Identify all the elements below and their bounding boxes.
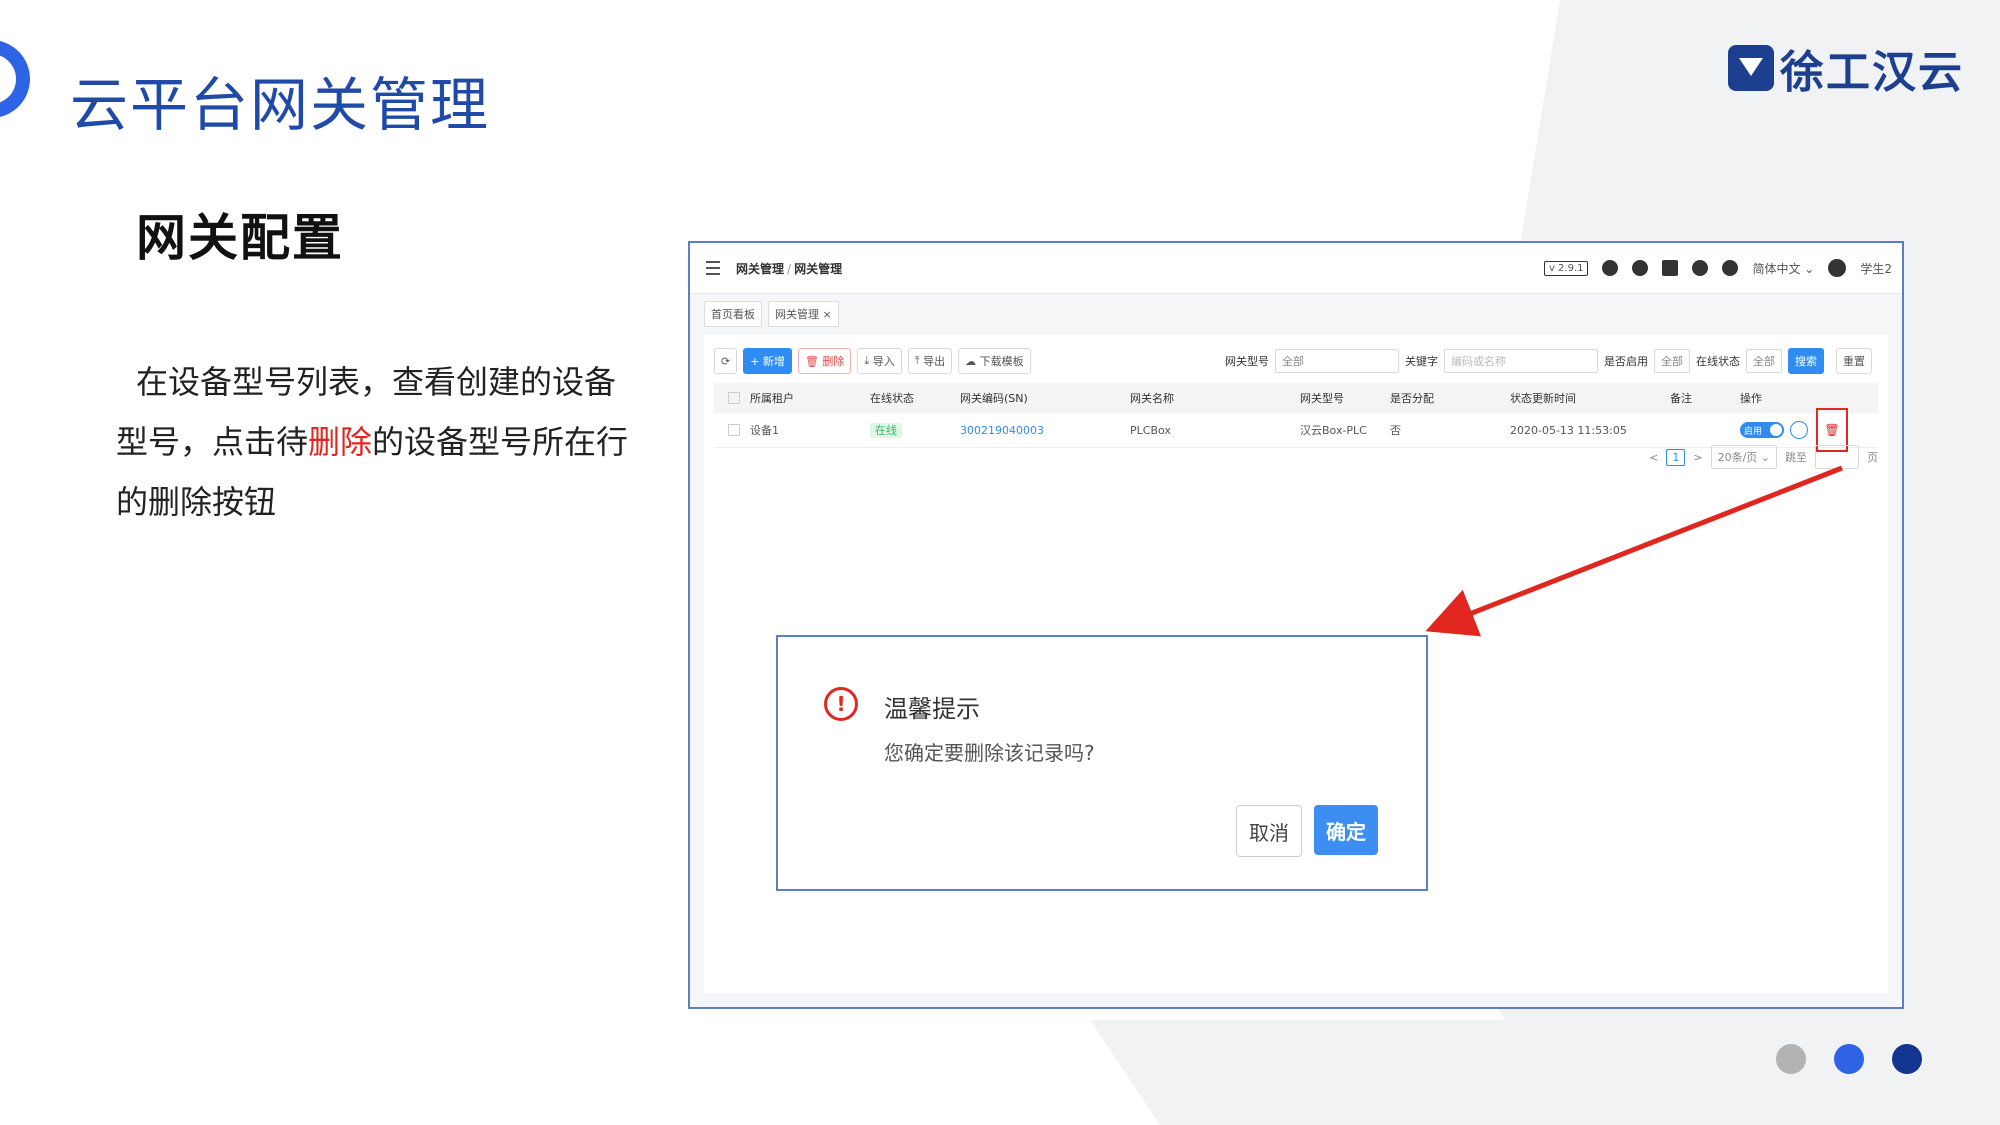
language-select[interactable]: 简体中文 ⌄: [1752, 260, 1814, 277]
warning-icon: !: [824, 687, 858, 721]
table-row: 设备1 在线 300219040003 PLCBox 汉云Box-PLC 否 2…: [714, 408, 1878, 452]
cancel-button[interactable]: 取消: [1236, 805, 1302, 857]
tabs: 首页看板 网关管理 ×: [690, 299, 1902, 329]
refresh-button[interactable]: ⟳: [714, 348, 738, 374]
online-label: 在线状态: [1696, 355, 1740, 368]
bell-icon[interactable]: [1722, 260, 1739, 276]
prev-page-button[interactable]: <: [1649, 451, 1658, 464]
breadcrumb-item[interactable]: 网关管理: [736, 262, 784, 276]
dot-blue: [1834, 1044, 1864, 1074]
brand-logo: 徐工汉云: [1728, 36, 1964, 100]
desc-highlight: 删除: [308, 423, 373, 461]
cell-assigned: 否: [1390, 424, 1401, 437]
version-badge: v 2.9.1: [1543, 260, 1589, 276]
keyword-label: 关键字: [1405, 355, 1438, 368]
slide-dots: [1776, 1044, 1922, 1074]
select-all-checkbox[interactable]: [728, 392, 740, 404]
row-checkbox[interactable]: [728, 424, 740, 436]
search-button[interactable]: 搜索: [1788, 348, 1824, 374]
cell-name: PLCBox: [1130, 423, 1171, 437]
col-assigned: 是否分配: [1390, 392, 1434, 405]
breadcrumb-current: 网关管理: [794, 261, 843, 276]
goto-input[interactable]: [1815, 445, 1859, 469]
gateway-table: 所属租户 在线状态 网关编码(SN) 网关名称 网关型号 是否分配 状态更新时间…: [714, 383, 1878, 452]
add-button[interactable]: + 新增: [743, 348, 792, 374]
menu-icon[interactable]: [706, 261, 720, 275]
section-title: 网关配置: [136, 209, 344, 267]
import-button[interactable]: ⤓ 导入: [857, 348, 902, 374]
enable-toggle[interactable]: 启用: [1740, 422, 1784, 438]
user-name[interactable]: 学生2: [1860, 260, 1892, 277]
page-size-select[interactable]: 20条/页 ⌄: [1710, 445, 1777, 469]
description: 在设备型号列表，查看创建的设备型号，点击待删除的设备型号所在行的删除按钮: [116, 352, 636, 532]
enabled-label: 是否启用: [1604, 355, 1648, 368]
cloud-icon[interactable]: [1632, 260, 1649, 276]
online-select[interactable]: 全部: [1746, 349, 1782, 373]
dialog-title: 温馨提示: [884, 695, 980, 723]
toolbar: ⟳ + 新增 🗑 删除 ⤓ 导入 ⤒ 导出 ☁ 下载模板 网关型号 全部 关键字…: [714, 347, 1878, 375]
help-icon[interactable]: [1692, 260, 1709, 276]
trash-icon: 🗑: [804, 354, 819, 368]
edit-icon[interactable]: [1790, 421, 1808, 439]
app-screenshot: 网关管理 / 网关管理 v 2.9.1 简体中文 ⌄ 学生2 首页看板 网关管理 ×…: [688, 241, 1904, 1009]
slide-title: 云平台网关管理: [70, 71, 491, 139]
page-number[interactable]: 1: [1666, 448, 1686, 466]
cell-model: 汉云Box-PLC: [1300, 424, 1367, 437]
table-header: 所属租户 在线状态 网关编码(SN) 网关名称 网关型号 是否分配 状态更新时间…: [714, 383, 1878, 413]
dot-navy: [1892, 1044, 1922, 1074]
batch-delete-button[interactable]: 🗑 删除: [797, 348, 852, 374]
export-button[interactable]: ⤒ 导出: [907, 348, 953, 374]
confirm-dialog: ! 温馨提示 您确定要删除该记录吗? 取消 确定: [776, 635, 1428, 891]
enabled-select[interactable]: 全部: [1654, 349, 1690, 373]
col-actions: 操作: [1740, 392, 1762, 405]
keyword-input[interactable]: 编码或名称: [1444, 349, 1598, 373]
download-template-button[interactable]: ☁ 下载模板: [958, 348, 1031, 374]
topbar-actions: v 2.9.1 简体中文 ⌄ 学生2: [1543, 259, 1892, 277]
cell-sn[interactable]: 300219040003: [950, 424, 1120, 437]
col-model: 网关型号: [1300, 392, 1344, 405]
type-label: 网关型号: [1225, 355, 1269, 368]
col-status: 在线状态: [870, 392, 914, 405]
filters: 网关型号 全部 关键字 编码或名称 是否启用 全部 在线状态 全部 搜索 重置: [1225, 348, 1878, 374]
cell-tenant: 设备1: [750, 424, 779, 437]
breadcrumb: 网关管理 / 网关管理: [736, 261, 843, 276]
avatar[interactable]: [1828, 259, 1847, 277]
app-topbar: 网关管理 / 网关管理 v 2.9.1 简体中文 ⌄ 学生2: [690, 243, 1902, 294]
fullscreen-icon[interactable]: [1662, 260, 1679, 276]
status-badge: 在线: [870, 423, 902, 438]
reset-button[interactable]: 重置: [1836, 348, 1872, 374]
logo-icon: [1728, 45, 1774, 91]
dialog-message: 您确定要删除该记录吗?: [884, 741, 1095, 765]
type-select[interactable]: 全部: [1275, 349, 1399, 373]
col-note: 备注: [1670, 392, 1692, 405]
col-name: 网关名称: [1130, 392, 1174, 405]
col-updated: 状态更新时间: [1510, 392, 1576, 405]
cell-updated: 2020-05-13 11:53:05: [1510, 423, 1627, 437]
next-page-button[interactable]: >: [1693, 451, 1702, 464]
dot-gray: [1776, 1044, 1806, 1074]
goto-label: 跳至: [1785, 451, 1807, 464]
tab-gateway[interactable]: 网关管理 ×: [768, 301, 839, 327]
theme-icon[interactable]: [1602, 260, 1619, 276]
col-tenant: 所属租户: [750, 392, 794, 405]
brand-name: 徐工汉云: [1780, 47, 1964, 98]
page-unit: 页: [1867, 451, 1878, 464]
tab-dashboard[interactable]: 首页看板: [704, 301, 762, 327]
pagination: < 1 > 20条/页 ⌄ 跳至 页: [1649, 445, 1878, 469]
confirm-button[interactable]: 确定: [1314, 805, 1378, 855]
col-sn: 网关编码(SN): [960, 392, 1028, 405]
trash-icon: 🗑: [1824, 423, 1840, 437]
